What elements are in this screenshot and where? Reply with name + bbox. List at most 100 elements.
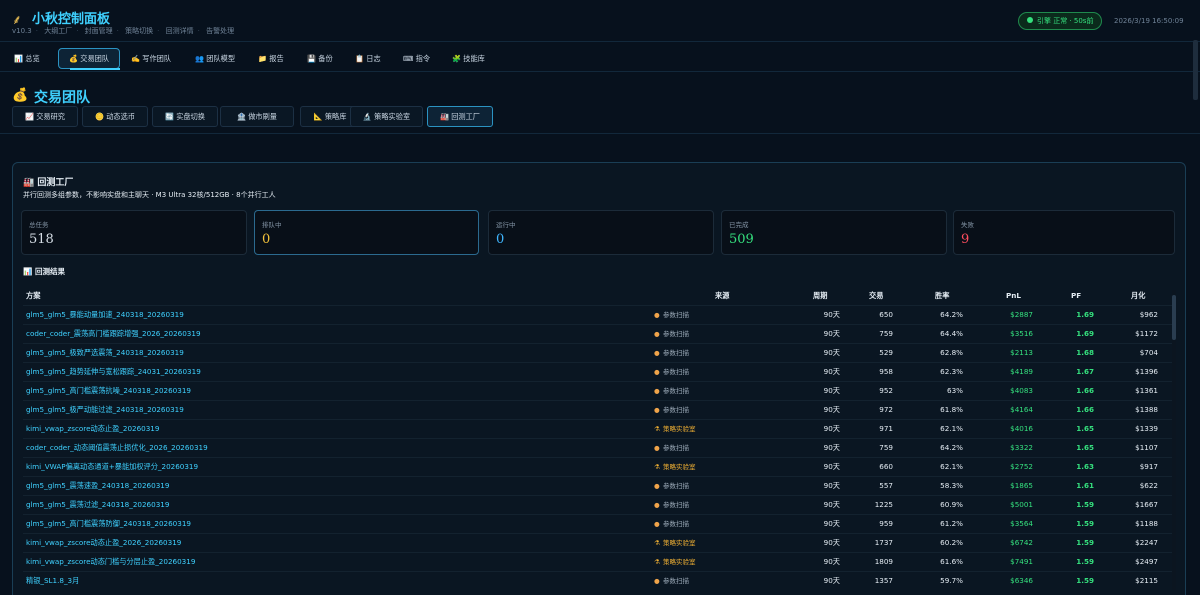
tab-logs[interactable]: 📋 日志 — [355, 48, 381, 69]
cell-period: 90天 — [823, 481, 840, 490]
table-row[interactable]: 精银_SL1.8_3月 ● 参数扫描 90天 1357 59.7% $6346 1.59 $21… — [23, 571, 1173, 590]
cell-name[interactable]: kimi_VWAP偏离动态通道+暴能加权评分_20260319 — [26, 458, 646, 476]
table-row[interactable]: glm5_glm5_震荡过滤_240318_20260319 ● 参数扫描 90天 12… — [23, 495, 1173, 514]
subtab-strategy-lab[interactable]: 🔬 策略实验室 — [350, 106, 423, 127]
cell-monthly: $917 — [1139, 462, 1158, 471]
cell-trades: 1225 — [874, 500, 893, 509]
table-row[interactable]: glm5_glm5_趋势延伸与宽松跟踪_24031_20260319 ● 参数扫描 9… — [23, 362, 1173, 381]
money-bag-icon: 💰 — [69, 54, 78, 63]
source-label: 参数扫描 — [663, 330, 689, 338]
page-scrollbar-thumb[interactable] — [1193, 40, 1198, 100]
subtab-live-switch[interactable]: 🔄 实盘切换 — [152, 106, 218, 127]
table-row[interactable]: kimi_vwap_zscore动态止盈_2026_20260319 ⚗ 策略实验室… — [23, 533, 1173, 552]
table-row[interactable]: glm5_glm5_暴能动量加速_240318_20260319 ● 参数扫描 90天… — [23, 305, 1173, 324]
subtab-dynamic-coin-selection[interactable]: 🪙 动态选币 — [82, 106, 148, 127]
subnav-link-cover-management[interactable]: 封面管理 — [85, 27, 113, 35]
trend-chart-icon: 📈 — [24, 112, 34, 121]
tab-overview[interactable]: 📊 总览 — [14, 48, 40, 69]
table-row[interactable]: glm5_glm5_高门槛震荡抗噪_240318_20260319 ● 参数扫描 90… — [23, 381, 1173, 400]
stat-value: 9 — [961, 232, 970, 247]
tab-commands[interactable]: ⌨ 指令 — [403, 48, 430, 69]
column-header-pf[interactable]: PF — [1071, 287, 1081, 305]
tab-trading-team[interactable]: 💰 交易团队 — [58, 48, 121, 69]
card-title-text: 回测工厂 — [37, 178, 74, 188]
version-label: v10.3 — [12, 27, 32, 35]
table-row[interactable]: coder_coder_震荡高门槛跟踪增强_2026_20260319 ● 参数扫描… — [23, 324, 1173, 343]
tab-backup[interactable]: 💾 备份 — [307, 48, 333, 69]
table-row[interactable]: glm5_glm5_极致严选震荡_240318_20260319 ● 参数扫描 90天… — [23, 343, 1173, 362]
tab-team-model[interactable]: 👥 团队模型 — [195, 48, 235, 69]
table-row[interactable]: glm5_glm5_极严动能过滤_240318_20260319 ● 参数扫描 90天… — [23, 400, 1173, 419]
cell-name[interactable]: kimi_vwap_zscore动态门槛与分层止盈_20260319 — [26, 553, 646, 571]
cell-monthly: $1388 — [1135, 405, 1158, 414]
cell-pf: 1.66 — [1076, 405, 1094, 414]
stat-label: 失败 — [961, 221, 974, 229]
subtab-backtest-factory[interactable]: 🏭 回测工厂 — [427, 106, 493, 127]
source-label: 参数扫描 — [663, 444, 689, 452]
cell-name[interactable]: glm5_glm5_趋势延伸与宽松跟踪_24031_20260319 — [26, 363, 646, 381]
tab-skill-library[interactable]: 🧩 技能库 — [452, 48, 485, 69]
cell-name[interactable]: glm5_glm5_高门槛震荡抗噪_240318_20260319 — [26, 382, 646, 400]
cell-pf: 1.68 — [1076, 348, 1094, 357]
table-row[interactable]: kimi_vwap_zscore动态门槛与分层止盈_20260319 ⚗ 策略实验室… — [23, 552, 1173, 571]
tab-writing-team[interactable]: ✍️ 写作团队 — [131, 48, 171, 69]
cell-pf: 1.59 — [1076, 519, 1094, 528]
cell-name[interactable]: glm5_glm5_极严动能过滤_240318_20260319 — [26, 401, 646, 419]
cell-pf: 1.69 — [1076, 329, 1094, 338]
cell-name[interactable]: glm5_glm5_暴能动量加速_240318_20260319 — [26, 306, 646, 324]
cell-source: ⚗ 策略实验室 — [654, 458, 784, 476]
column-header-pnl[interactable]: PnL — [1006, 287, 1021, 305]
card-title: 🏭 回测工厂 — [23, 175, 73, 188]
scan-dot-icon: ● — [654, 406, 660, 414]
table-row[interactable]: coder_coder_动态阈值震荡止损优化_2026_20260319 ● 参数扫… — [23, 438, 1173, 457]
subtab-trading-research[interactable]: 📈 交易研究 — [12, 106, 78, 127]
table-scrollbar-thumb[interactable] — [1172, 295, 1176, 340]
stat-failed: 失败 9 — [953, 210, 1175, 255]
cell-name[interactable]: kimi_vwap_zscore动态止盈_20260319 — [26, 420, 646, 438]
column-header-trades[interactable]: 交易 — [869, 287, 883, 305]
stat-queued: 排队中 0 — [254, 210, 479, 255]
cell-name[interactable]: glm5_glm5_极致严选震荡_240318_20260319 — [26, 344, 646, 362]
cell-name[interactable]: glm5_glm5_震荡过滤_240318_20260319 — [26, 496, 646, 514]
subtab-market-making[interactable]: 🏦 做市刷量 — [220, 106, 294, 127]
cell-name[interactable]: coder_coder_震荡高门槛跟踪增强_2026_20260319 — [26, 325, 646, 343]
subnav-link-strategy-switch[interactable]: 策略切换 — [125, 27, 153, 35]
cell-name[interactable]: coder_coder_动态阈值震荡止损优化_2026_20260319 — [26, 439, 646, 457]
tab-reports[interactable]: 📁 报告 — [258, 48, 284, 69]
card-subtitle: 并行回测多组参数，不影响实盘和主聊天 · M3 Ultra 32核/512GB … — [23, 191, 276, 199]
cell-pnl: $2752 — [1010, 462, 1033, 471]
scan-dot-icon: ● — [654, 311, 660, 319]
cell-source: ● 参数扫描 — [654, 306, 784, 324]
table-row[interactable]: glm5_glm5_高门槛震荡防御_240318_20260319 ● 参数扫描 90… — [23, 514, 1173, 533]
subtab-divider — [0, 133, 1200, 134]
column-header-source[interactable]: 来源 — [715, 287, 729, 305]
source-label: 参数扫描 — [663, 311, 689, 319]
cell-trades: 1357 — [874, 576, 893, 585]
cell-period: 90天 — [823, 329, 840, 338]
cell-source: ● 参数扫描 — [654, 439, 784, 457]
table-row[interactable]: kimi_VWAP偏离动态通道+暴能加权评分_20260319 ⚗ 策略实验室 90天… — [23, 457, 1173, 476]
cell-name[interactable]: glm5_glm5_震荡速盈_240318_20260319 — [26, 477, 646, 495]
table-row[interactable]: kimi_vwap_zscore动态止盈_20260319 ⚗ 策略实验室 90天 97… — [23, 419, 1173, 438]
column-header-monthly[interactable]: 月化 — [1131, 287, 1145, 305]
subnav-link-outline-factory[interactable]: 大纲工厂 — [44, 27, 72, 35]
cell-trades: 971 — [879, 424, 893, 433]
subnav-link-backtest-detail[interactable]: 回测详情 — [166, 27, 194, 35]
cell-name[interactable]: 精银_SL1.8_3月 — [26, 572, 646, 590]
cell-name[interactable]: glm5_glm5_高门槛震荡防御_240318_20260319 — [26, 515, 646, 533]
table-row[interactable]: glm5_glm5_震荡速盈_240318_20260319 ● 参数扫描 90天 55… — [23, 476, 1173, 495]
money-bag-icon: 💰 — [12, 88, 29, 103]
cell-name[interactable]: kimi_vwap_zscore动态止盈_2026_20260319 — [26, 534, 646, 552]
flask-icon: ⚗ — [654, 539, 660, 547]
coin-icon: 🪙 — [94, 112, 104, 121]
source-label: 参数扫描 — [663, 349, 689, 357]
cell-pnl: $2887 — [1010, 310, 1033, 319]
column-header-winrate[interactable]: 胜率 — [935, 287, 949, 305]
column-header-period[interactable]: 周期 — [813, 287, 827, 305]
cell-period: 90天 — [823, 500, 840, 509]
subnav-link-alert-handling[interactable]: 告警处理 — [206, 27, 234, 35]
people-icon: 👥 — [195, 54, 204, 63]
column-header-name[interactable]: 方案 — [26, 287, 40, 305]
source-label: 参数扫描 — [663, 368, 689, 376]
cell-period: 90天 — [823, 576, 840, 585]
